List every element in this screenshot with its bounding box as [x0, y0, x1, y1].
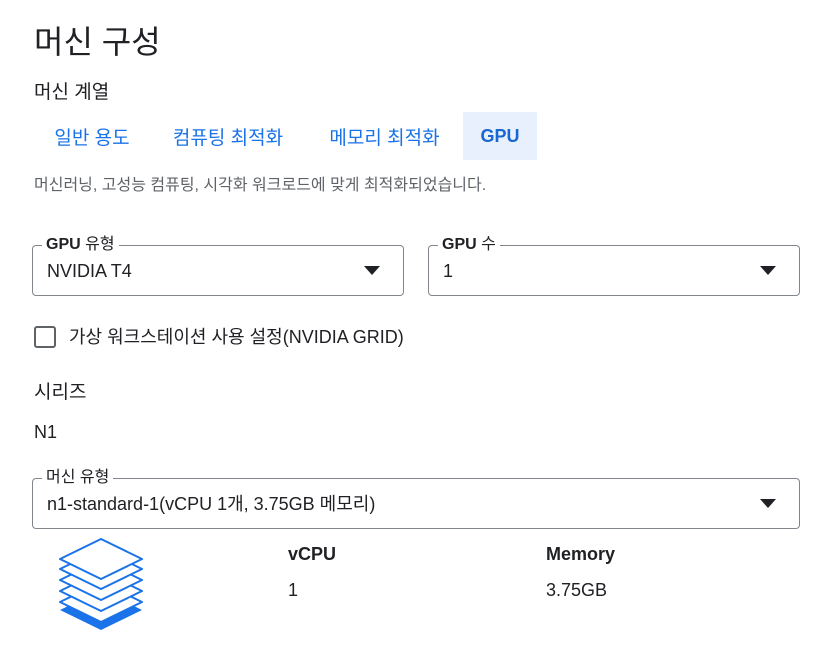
- tab-gpu[interactable]: GPU: [463, 112, 537, 160]
- dropdown-arrow-icon: [760, 499, 776, 508]
- memory-header: Memory: [546, 544, 616, 564]
- tab-memory-optimized[interactable]: 메모리 최적화: [306, 112, 463, 160]
- machine-family-tabs: 일반 용도 컴퓨팅 최적화 메모리 최적화 GPU: [34, 112, 537, 160]
- machine-type-value: n1-standard-1(vCPU 1개, 3.75GB 메모리): [47, 494, 376, 514]
- vcpu-value: 1: [288, 580, 299, 600]
- series-value: N1: [34, 422, 58, 442]
- machine-family-label: 머신 계열: [34, 82, 110, 103]
- memory-value: 3.75GB: [546, 580, 608, 600]
- gpu-type-label: GPU 유형: [42, 235, 119, 255]
- stacked-layers-icon: [58, 538, 144, 630]
- virtual-workstation-label[interactable]: 가상 워크스테이션 사용 설정(NVIDIA GRID): [69, 325, 404, 349]
- virtual-workstation-checkbox[interactable]: [34, 326, 56, 348]
- dropdown-arrow-icon: [760, 266, 776, 275]
- page-title: 머신 구성: [34, 24, 161, 60]
- gpu-count-select[interactable]: GPU 수 1: [428, 235, 800, 296]
- tab-general-purpose[interactable]: 일반 용도: [34, 112, 150, 160]
- gpu-type-select[interactable]: GPU 유형 NVIDIA T4: [32, 235, 404, 296]
- tab-compute-optimized[interactable]: 컴퓨팅 최적화: [150, 112, 306, 160]
- gpu-count-label: GPU 수: [438, 235, 500, 255]
- series-label: 시리즈: [34, 382, 87, 403]
- gpu-count-value: 1: [443, 261, 454, 281]
- machine-family-description: 머신러닝, 고성능 컴퓨팅, 시각화 워크로드에 맞게 최적화되었습니다.: [34, 177, 487, 194]
- dropdown-arrow-icon: [364, 266, 380, 275]
- machine-type-select[interactable]: 머신 유형 n1-standard-1(vCPU 1개, 3.75GB 메모리): [32, 468, 800, 529]
- vcpu-header: vCPU: [288, 544, 337, 564]
- gpu-type-value: NVIDIA T4: [47, 261, 132, 281]
- machine-type-label: 머신 유형: [42, 468, 114, 488]
